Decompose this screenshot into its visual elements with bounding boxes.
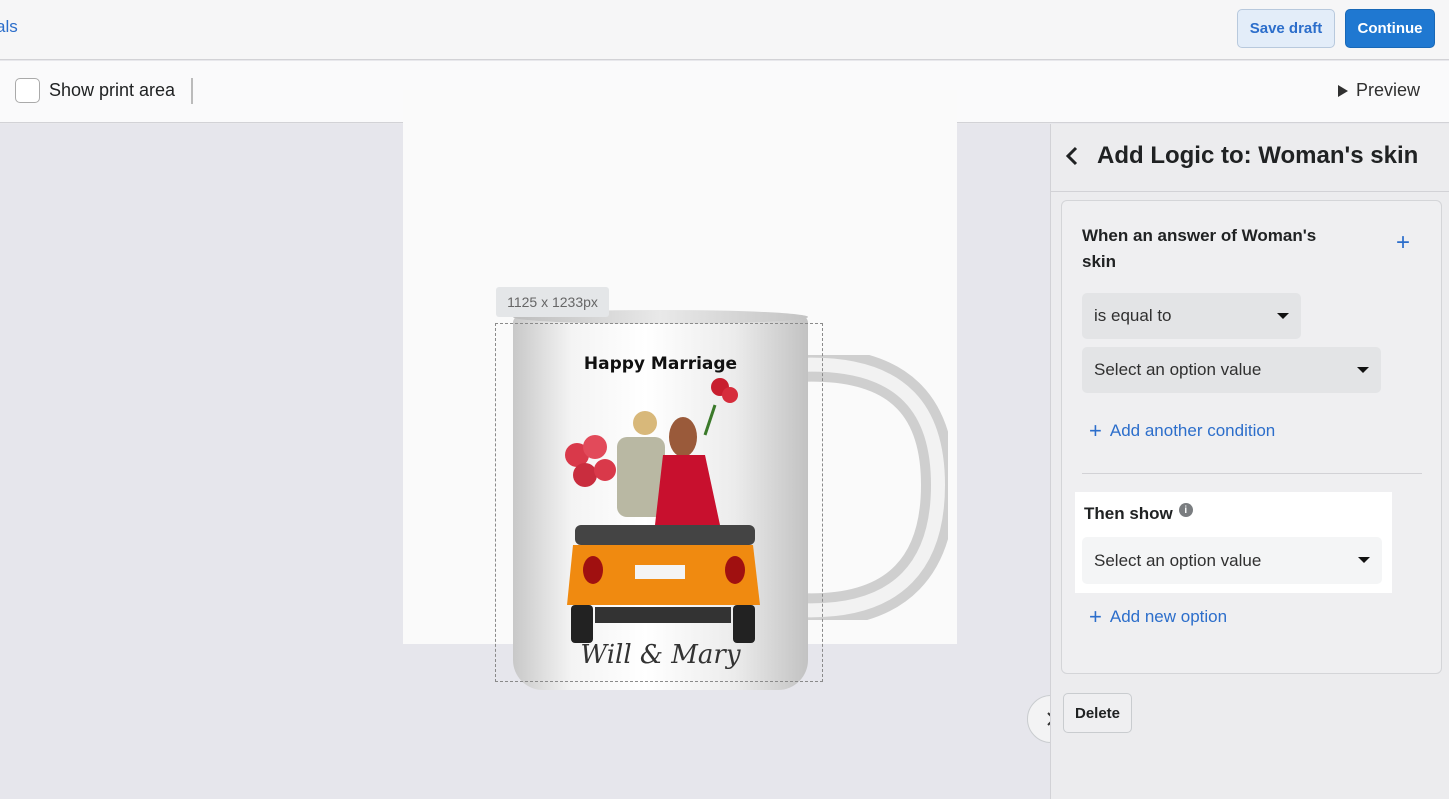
logic-panel: Add Logic to: Woman's skin When an answe… (1050, 124, 1449, 799)
info-icon[interactable]: i (1178, 503, 1193, 517)
operator-select-value: is equal to (1094, 306, 1172, 325)
toolbar-divider (191, 78, 193, 104)
add-another-condition-label: Add another condition (1109, 421, 1276, 440)
caret-down-icon (1277, 313, 1289, 319)
then-show-section: Then show i Select an option value (1075, 492, 1392, 593)
then-show-title: Then show i (1084, 503, 1193, 524)
add-new-option-link[interactable]: + Add new option (1089, 604, 1228, 629)
then-show-label: Then show (1084, 504, 1173, 523)
then-show-select[interactable]: Select an option value (1082, 537, 1382, 584)
panel-header: Add Logic to: Woman's skin (1051, 124, 1449, 192)
preview-button[interactable]: Preview (1338, 80, 1420, 101)
caret-down-icon (1358, 557, 1370, 563)
operator-select[interactable]: is equal to (1082, 293, 1301, 339)
then-show-select-placeholder: Select an option value (1094, 550, 1262, 570)
save-draft-button[interactable]: Save draft (1237, 9, 1335, 48)
breadcrumb-link[interactable]: als (0, 17, 18, 37)
show-print-area-checkbox[interactable] (15, 78, 40, 103)
print-area-outline[interactable] (495, 323, 823, 682)
plus-icon: + (1089, 418, 1102, 443)
option-value-select-placeholder: Select an option value (1094, 360, 1262, 379)
add-another-condition-link[interactable]: + Add another condition (1089, 418, 1276, 443)
preview-label: Preview (1356, 80, 1421, 100)
back-chevron-icon[interactable] (1061, 144, 1085, 168)
continue-button[interactable]: Continue (1345, 9, 1435, 48)
condition-card: When an answer of Woman's skin + is equa… (1061, 200, 1442, 674)
add-new-option-label: Add new option (1109, 607, 1228, 626)
condition-title: When an answer of Woman's skin (1082, 226, 1317, 271)
show-print-area-label[interactable]: Show print area (49, 80, 175, 101)
play-icon (1338, 84, 1348, 97)
plus-icon: + (1089, 604, 1102, 629)
top-bar: als Save draft Continue (0, 0, 1449, 60)
panel-title: Add Logic to: Woman's skin (1097, 142, 1419, 169)
print-size-tag: 1125 x 1233px (496, 287, 609, 317)
section-divider (1082, 473, 1422, 474)
option-value-select[interactable]: Select an option value (1082, 347, 1381, 393)
delete-button[interactable]: Delete (1063, 693, 1132, 733)
add-rule-plus-icon[interactable]: + (1396, 231, 1410, 255)
caret-down-icon (1357, 367, 1369, 373)
